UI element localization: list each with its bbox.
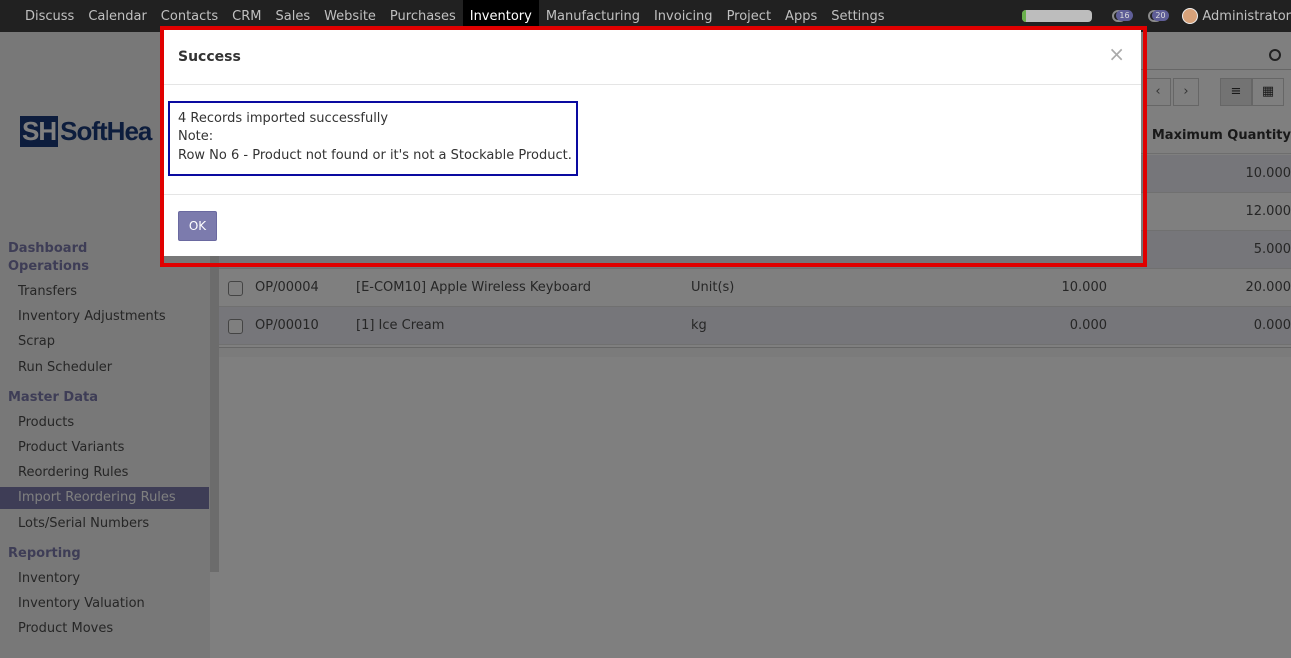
message-line-success: 4 Records imported successfully	[178, 111, 389, 126]
menu-discuss[interactable]: Discuss	[18, 0, 81, 32]
activity-count-badge: 16	[1116, 10, 1133, 21]
user-menu[interactable]: Administrator	[1202, 9, 1291, 24]
success-dialog: Success × 4 Records imported successfull…	[164, 30, 1141, 256]
message-line-error: Row No 6 - Product not found or it's not…	[178, 148, 572, 163]
message-line-note: Note:	[178, 129, 214, 144]
dialog-body: 4 Records imported successfully Note: Ro…	[164, 85, 1141, 195]
menu-calendar[interactable]: Calendar	[81, 0, 153, 32]
onboarding-progress[interactable]	[1022, 10, 1093, 22]
avatar[interactable]	[1182, 8, 1199, 24]
import-result-message: 4 Records imported successfully Note: Ro…	[168, 101, 578, 176]
dialog-header: Success ×	[164, 30, 1141, 85]
dialog-title: Success	[178, 49, 241, 65]
dialog-footer: OK	[164, 194, 1141, 256]
close-icon[interactable]: ×	[1108, 44, 1125, 64]
message-count-badge: 20	[1152, 10, 1169, 21]
ok-button[interactable]: OK	[178, 211, 217, 241]
messages-menu[interactable]: 20	[1146, 0, 1176, 32]
progress-fill	[1022, 10, 1026, 22]
